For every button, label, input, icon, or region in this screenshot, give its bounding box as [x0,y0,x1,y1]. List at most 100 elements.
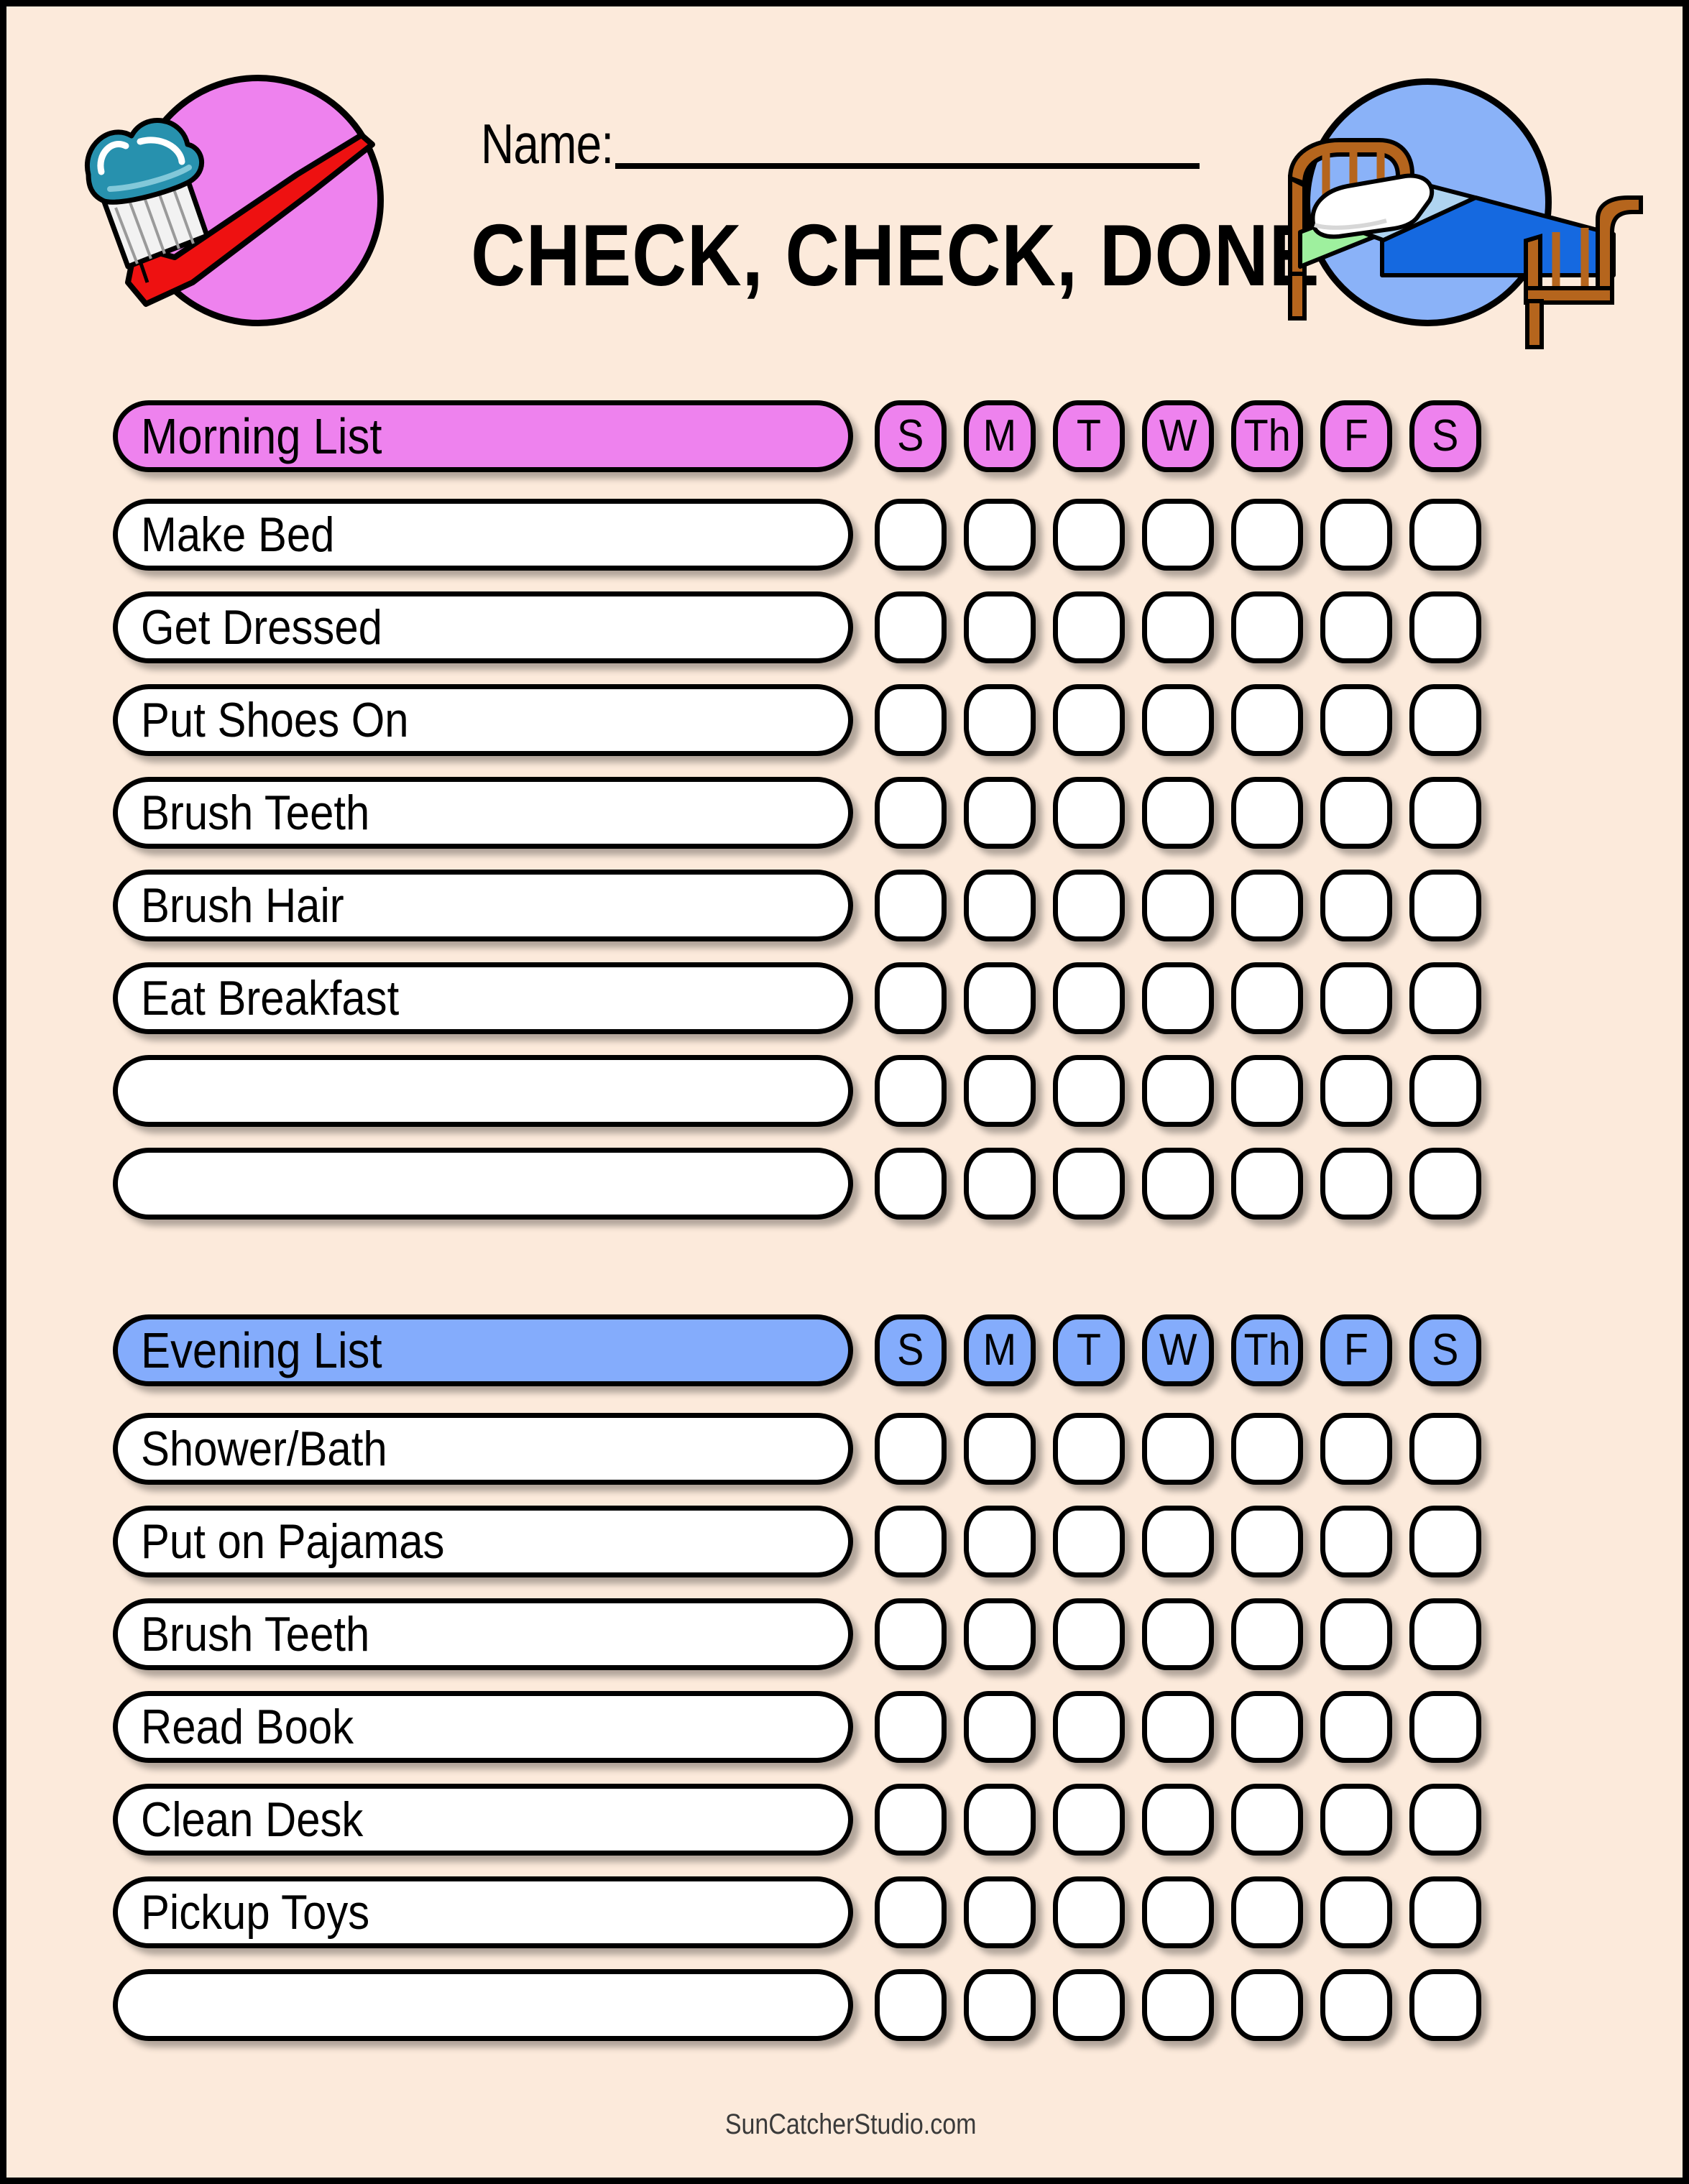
checkbox-friday[interactable] [1320,1691,1392,1763]
task-label-field[interactable]: Shower/Bath [113,1413,853,1485]
checkbox-monday[interactable] [964,1055,1036,1127]
checkbox-sunday[interactable] [875,499,947,571]
checkbox-saturday[interactable] [1409,1969,1481,2041]
checkbox-sunday[interactable] [875,1876,947,1948]
checkbox-saturday[interactable] [1409,777,1481,849]
checkbox-saturday[interactable] [1409,591,1481,663]
checkbox-monday[interactable] [964,1691,1036,1763]
checkbox-wednesday[interactable] [1142,499,1214,571]
checkbox-thursday[interactable] [1231,1148,1303,1220]
checkbox-tuesday[interactable] [1053,1413,1125,1485]
checkbox-monday[interactable] [964,777,1036,849]
checkbox-thursday[interactable] [1231,1691,1303,1763]
checkbox-thursday[interactable] [1231,684,1303,756]
checkbox-monday[interactable] [964,1876,1036,1948]
checkbox-friday[interactable] [1320,499,1392,571]
checkbox-friday[interactable] [1320,1784,1392,1856]
checkbox-tuesday[interactable] [1053,1148,1125,1220]
checkbox-sunday[interactable] [875,962,947,1034]
checkbox-tuesday[interactable] [1053,962,1125,1034]
checkbox-sunday[interactable] [875,1784,947,1856]
task-label-field[interactable]: Put on Pajamas [113,1506,853,1577]
checkbox-friday[interactable] [1320,777,1392,849]
checkbox-wednesday[interactable] [1142,684,1214,756]
checkbox-wednesday[interactable] [1142,962,1214,1034]
checkbox-saturday[interactable] [1409,870,1481,941]
task-label-field-blank[interactable] [113,1148,853,1220]
checkbox-thursday[interactable] [1231,1784,1303,1856]
checkbox-wednesday[interactable] [1142,1876,1214,1948]
checkbox-sunday[interactable] [875,1969,947,2041]
checkbox-sunday[interactable] [875,1506,947,1577]
checkbox-friday[interactable] [1320,1969,1392,2041]
checkbox-wednesday[interactable] [1142,1784,1214,1856]
checkbox-monday[interactable] [964,499,1036,571]
checkbox-monday[interactable] [964,1784,1036,1856]
task-label-field[interactable]: Brush Teeth [113,777,853,849]
checkbox-saturday[interactable] [1409,1598,1481,1670]
checkbox-saturday[interactable] [1409,1784,1481,1856]
checkbox-tuesday[interactable] [1053,1055,1125,1127]
checkbox-saturday[interactable] [1409,1691,1481,1763]
checkbox-thursday[interactable] [1231,1876,1303,1948]
task-label-field[interactable]: Make Bed [113,499,853,571]
checkbox-wednesday[interactable] [1142,1691,1214,1763]
checkbox-friday[interactable] [1320,1055,1392,1127]
checkbox-thursday[interactable] [1231,1055,1303,1127]
checkbox-wednesday[interactable] [1142,870,1214,941]
checkbox-friday[interactable] [1320,1598,1392,1670]
checkbox-thursday[interactable] [1231,962,1303,1034]
checkbox-tuesday[interactable] [1053,1784,1125,1856]
name-input-line[interactable] [615,163,1200,169]
checkbox-friday[interactable] [1320,591,1392,663]
checkbox-sunday[interactable] [875,684,947,756]
checkbox-sunday[interactable] [875,777,947,849]
task-label-field[interactable]: Read Book [113,1691,853,1763]
task-label-field-blank[interactable] [113,1055,853,1127]
checkbox-saturday[interactable] [1409,1148,1481,1220]
checkbox-monday[interactable] [964,1506,1036,1577]
checkbox-friday[interactable] [1320,962,1392,1034]
checkbox-wednesday[interactable] [1142,1055,1214,1127]
checkbox-monday[interactable] [964,1413,1036,1485]
checkbox-sunday[interactable] [875,1691,947,1763]
checkbox-monday[interactable] [964,1598,1036,1670]
checkbox-friday[interactable] [1320,1506,1392,1577]
checkbox-thursday[interactable] [1231,499,1303,571]
checkbox-sunday[interactable] [875,591,947,663]
checkbox-tuesday[interactable] [1053,499,1125,571]
checkbox-tuesday[interactable] [1053,1598,1125,1670]
checkbox-wednesday[interactable] [1142,591,1214,663]
task-label-field-blank[interactable] [113,1969,853,2041]
checkbox-tuesday[interactable] [1053,1876,1125,1948]
checkbox-tuesday[interactable] [1053,684,1125,756]
task-label-field[interactable]: Pickup Toys [113,1876,853,1948]
checkbox-thursday[interactable] [1231,1969,1303,2041]
checkbox-monday[interactable] [964,1969,1036,2041]
checkbox-tuesday[interactable] [1053,1691,1125,1763]
checkbox-wednesday[interactable] [1142,1148,1214,1220]
checkbox-wednesday[interactable] [1142,1969,1214,2041]
checkbox-sunday[interactable] [875,1148,947,1220]
task-label-field[interactable]: Brush Teeth [113,1598,853,1670]
checkbox-monday[interactable] [964,591,1036,663]
task-label-field[interactable]: Clean Desk [113,1784,853,1856]
checkbox-wednesday[interactable] [1142,1413,1214,1485]
task-label-field[interactable]: Eat Breakfast [113,962,853,1034]
checkbox-tuesday[interactable] [1053,777,1125,849]
checkbox-saturday[interactable] [1409,1506,1481,1577]
task-label-field[interactable]: Put Shoes On [113,684,853,756]
checkbox-sunday[interactable] [875,1055,947,1127]
checkbox-thursday[interactable] [1231,591,1303,663]
checkbox-monday[interactable] [964,870,1036,941]
checkbox-saturday[interactable] [1409,499,1481,571]
checkbox-saturday[interactable] [1409,962,1481,1034]
checkbox-wednesday[interactable] [1142,1506,1214,1577]
task-label-field[interactable]: Get Dressed [113,591,853,663]
checkbox-monday[interactable] [964,1148,1036,1220]
checkbox-wednesday[interactable] [1142,777,1214,849]
checkbox-monday[interactable] [964,684,1036,756]
checkbox-tuesday[interactable] [1053,870,1125,941]
checkbox-tuesday[interactable] [1053,1969,1125,2041]
checkbox-thursday[interactable] [1231,777,1303,849]
